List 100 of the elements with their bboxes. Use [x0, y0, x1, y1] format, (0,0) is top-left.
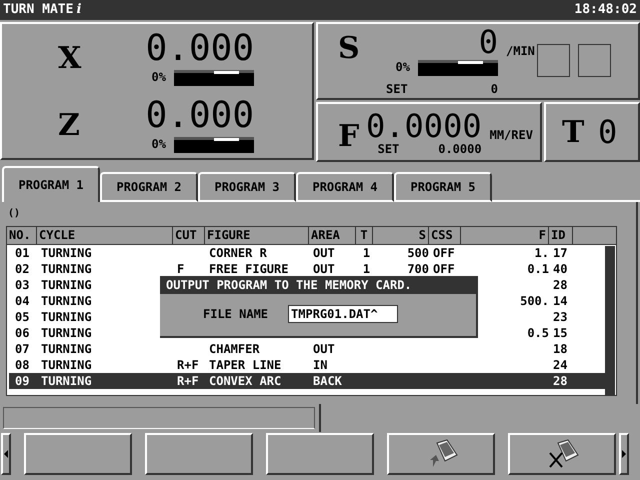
tab[interactable]: PROGRAM 5: [394, 172, 492, 202]
filename-field[interactable]: TMPRG01.DAT^: [288, 305, 398, 323]
table-cell: OFF: [433, 246, 455, 260]
column-header: CSS: [429, 227, 461, 244]
table-cell: 06: [15, 326, 30, 340]
table-cell: OUT: [313, 262, 335, 276]
table-cell: 500.: [520, 294, 549, 308]
percent-label: 0%: [152, 68, 166, 86]
tab[interactable]: PROGRAM 4: [296, 172, 394, 202]
table-cell: 05: [15, 310, 30, 324]
table-cell: 700: [407, 262, 429, 276]
table-cell: TURNING: [41, 326, 92, 340]
table-cell: CHAMFER: [209, 342, 260, 356]
table-cell: 28: [553, 374, 568, 388]
unit-label: MM/REV: [490, 127, 533, 144]
scroll-right-button[interactable]: [619, 433, 629, 475]
table-cell: OFF: [433, 262, 455, 276]
column-header: CYCLE: [37, 227, 173, 244]
scrollbar[interactable]: [605, 246, 615, 396]
softkey[interactable]: [387, 433, 495, 475]
table-cell: 1: [362, 262, 370, 276]
spindle-value: 0: [478, 26, 498, 58]
softkey[interactable]: [266, 433, 374, 475]
table-cell: TURNING: [41, 246, 92, 260]
table-cell: 04: [15, 294, 30, 308]
left-arrow-icon: [4, 450, 8, 458]
clock: 18:48:02: [574, 1, 637, 20]
unit-label: /MIN: [506, 43, 535, 60]
table-cell: OUT: [313, 342, 335, 356]
indicator-box: [536, 44, 570, 77]
table-cell: 18: [553, 342, 568, 356]
feed-value: 0.0000: [366, 110, 482, 142]
column-header: AREA: [309, 227, 356, 244]
column-header: F: [461, 227, 549, 244]
info-mark: i: [76, 1, 82, 20]
table-cell: F: [177, 262, 184, 276]
softkey[interactable]: [508, 433, 616, 475]
table-cell: 0.5: [527, 326, 549, 340]
table-cell: 1.: [534, 246, 549, 260]
table-cell: TURNING: [41, 294, 92, 308]
table-cell: TURNING: [41, 310, 92, 324]
table-cell: 24: [553, 358, 568, 372]
table-cell: TURNING: [41, 262, 92, 276]
table-row[interactable]: 01 TURNING CORNER R OUT 1 500 OFF 1. 17: [9, 245, 606, 261]
set-label: SET: [386, 81, 408, 98]
field-label: FILE NAME: [203, 306, 268, 323]
table-cell: TURNING: [41, 374, 92, 388]
tab[interactable]: PROGRAM 2: [100, 172, 198, 202]
table-cell: IN: [313, 358, 328, 372]
table-cell: TURNING: [41, 342, 92, 356]
softkey[interactable]: [24, 433, 132, 475]
table-cell: FREE FIGURE: [209, 262, 288, 276]
dialog-title: OUTPUT PROGRAM TO THE MEMORY CARD.: [166, 278, 412, 292]
table-cell: R+F: [177, 358, 199, 372]
set-value: 0: [490, 81, 498, 98]
table-cell: 40: [553, 262, 568, 276]
column-header: NO.: [7, 227, 37, 244]
set-value: 0.0000: [438, 141, 482, 158]
column-header: S: [373, 227, 429, 244]
table-cell: 02: [15, 262, 30, 276]
table-cell: TURNING: [41, 358, 92, 372]
tab[interactable]: PROGRAM 3: [198, 172, 296, 202]
axis-label: Z: [57, 106, 81, 144]
scroll-left-button[interactable]: [1, 433, 11, 475]
table-cell: BACK: [313, 374, 342, 388]
column-header: ID: [549, 227, 573, 244]
table-row[interactable]: 02 TURNING F FREE FIGURE OUT 1 700 OFF 0.1 40: [9, 261, 606, 277]
table-cell: 03: [15, 278, 30, 292]
table-cell: 15: [553, 326, 568, 340]
table-cell: CONVEX ARC: [209, 374, 282, 388]
table-cell: 01: [15, 246, 30, 260]
selected-row[interactable]: 09 TURNING R+F CONVEX ARC BACK 28: [9, 373, 606, 389]
softkey[interactable]: [145, 433, 253, 475]
table-cell: 500: [407, 246, 429, 260]
table-cell: 0.1: [527, 262, 549, 276]
column-header: T: [356, 227, 373, 244]
table-cell: 17: [553, 246, 568, 260]
table-cell: CORNER R: [209, 246, 267, 260]
percent-label: 0%: [152, 136, 166, 152]
axis-label: X: [57, 40, 82, 78]
indicator-box: [578, 44, 611, 77]
table-cell: 07: [15, 342, 30, 356]
table-row[interactable]: 08 TURNING R+F TAPER LINE IN 24: [9, 357, 606, 373]
tool-label: T: [561, 114, 586, 152]
percent-label: 0%: [396, 59, 410, 76]
program-name: (): [7, 207, 20, 221]
right-arrow-icon: [622, 450, 626, 458]
set-label: SET: [378, 141, 400, 158]
tool-value: 0: [598, 112, 618, 153]
table-cell: 09: [15, 374, 30, 388]
table-cell: OUT: [313, 246, 335, 260]
table-cell: 08: [15, 358, 30, 372]
axis-value: 0.000: [146, 30, 254, 68]
axis-value: 0.000: [146, 96, 254, 134]
window-title: TURN MATE: [3, 1, 74, 20]
table-row[interactable]: 07 TURNING CHAMFER OUT 18: [9, 341, 606, 357]
feed-label: F: [337, 118, 360, 156]
tab[interactable]: PROGRAM 1: [2, 166, 100, 202]
table-cell: 1: [362, 246, 370, 260]
table-cell: TAPER LINE: [209, 358, 282, 372]
